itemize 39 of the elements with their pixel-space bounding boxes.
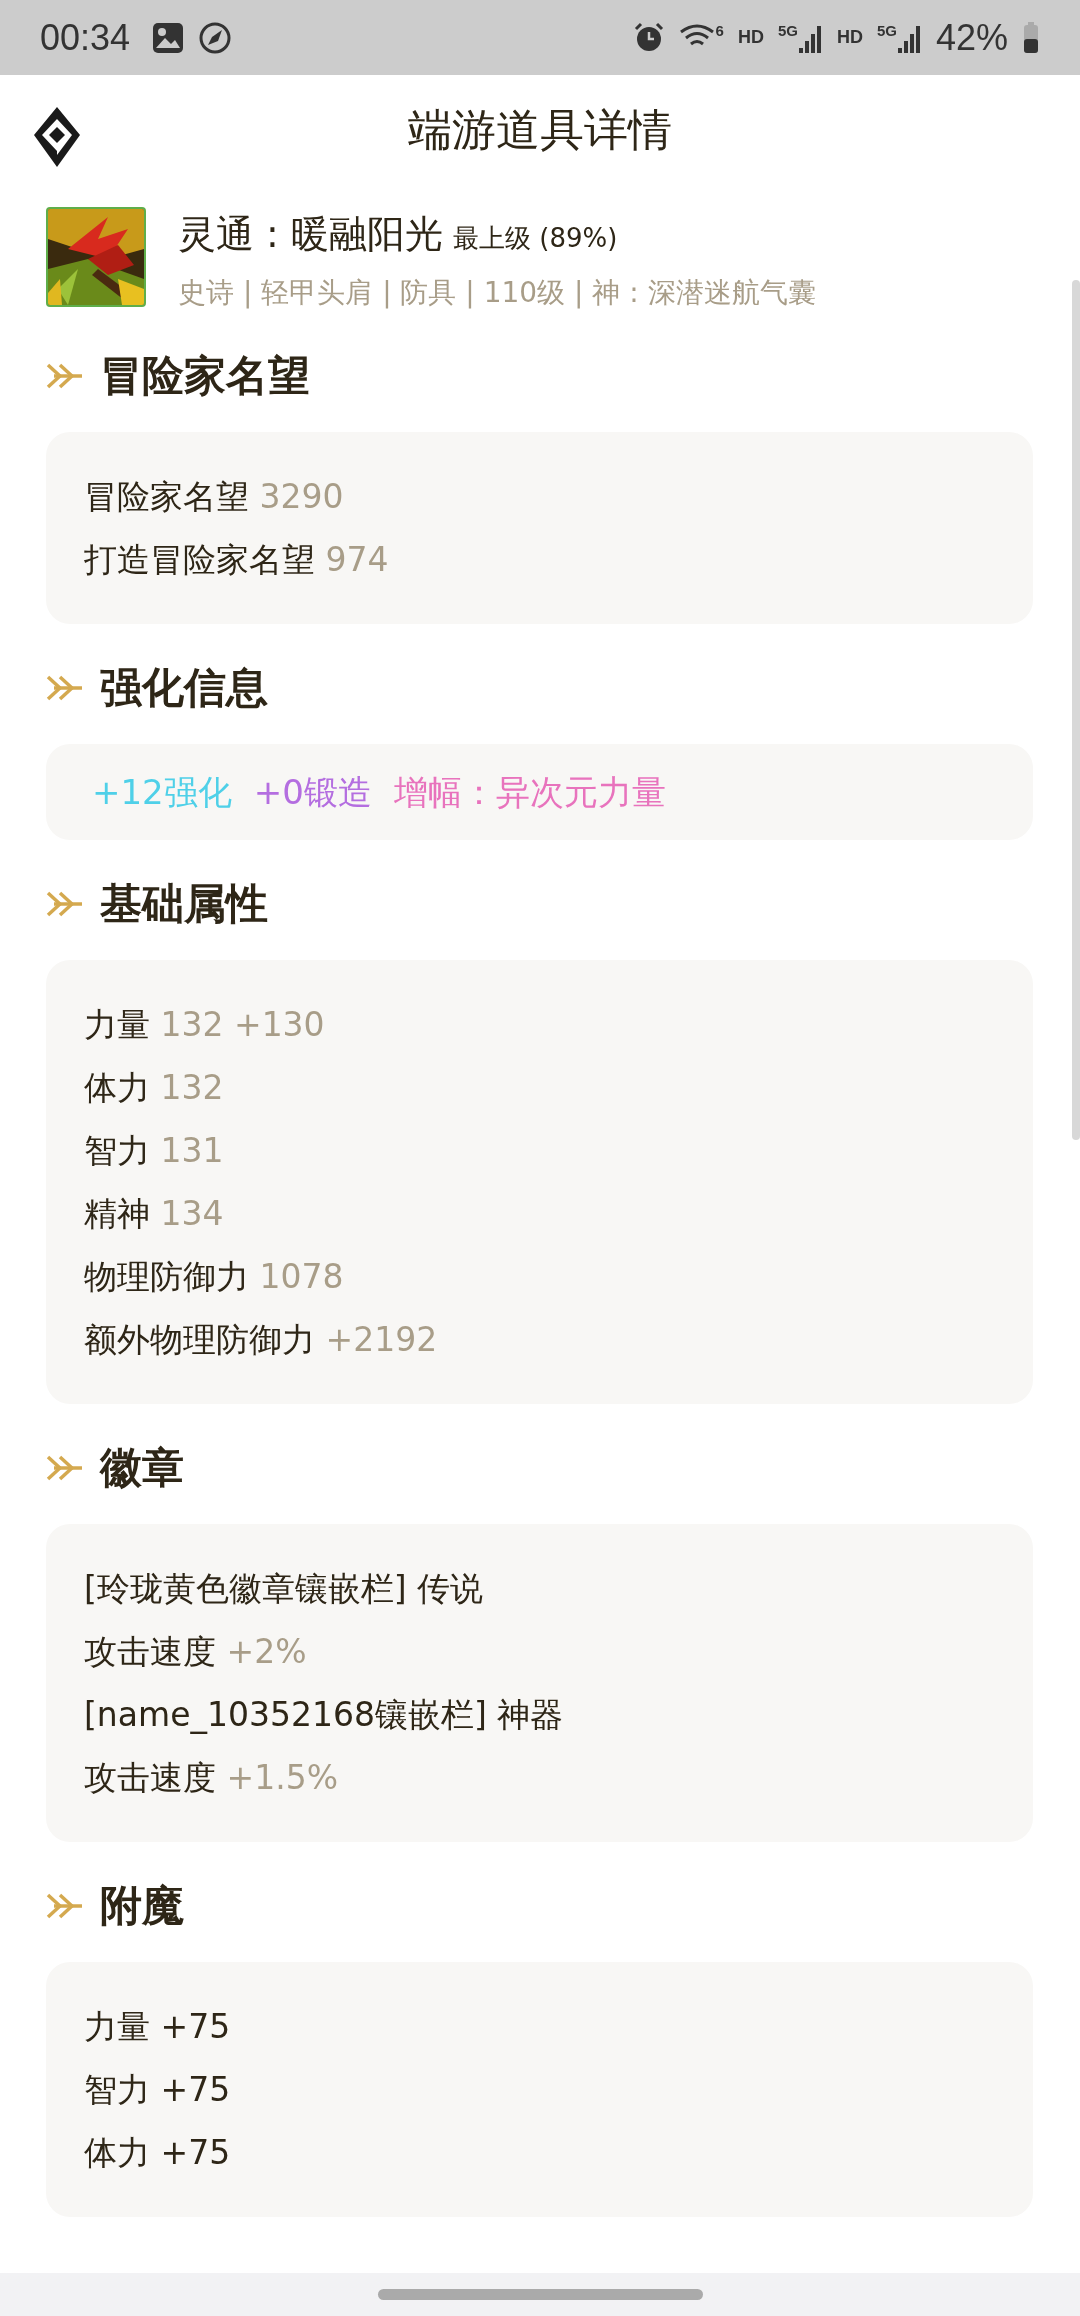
section-title: 徽章: [100, 1442, 184, 1494]
alarm-icon: [632, 21, 665, 54]
page-title: 端游道具详情: [408, 102, 672, 157]
enhancement-label: +12强化: [92, 771, 232, 814]
item-grade: 最上级 (89%): [452, 222, 618, 255]
network-label: 5G: [876, 21, 897, 39]
network-label: 5G: [777, 21, 798, 39]
info-line: 体力 132: [84, 1067, 225, 1109]
section-title: 冒险家名望: [100, 350, 310, 402]
info-line: 攻击速度 +1.5%: [84, 1757, 339, 1799]
info-line: [玲珑黄色徽章镶嵌栏] 传说: [84, 1568, 485, 1610]
info-line: 智力 131: [84, 1130, 225, 1172]
section-title: 基础属性: [100, 878, 268, 930]
battery-percent: 42%: [935, 16, 1008, 59]
enhancement-label: 增幅：异次元力量: [393, 771, 666, 814]
item-meta: 史诗 | 轻甲头肩 | 防具 | 110级 | 神 : 深潜迷航气囊: [178, 275, 816, 311]
info-line: 冒险家名望 3290: [84, 476, 345, 518]
enhancement-label: +0锻造: [253, 771, 372, 814]
hd-label: HD: [737, 27, 764, 48]
image-icon: [152, 21, 185, 54]
info-line: 智力 +75: [84, 2069, 232, 2111]
section-title: 强化信息: [100, 662, 268, 714]
battery-icon: [1022, 21, 1040, 54]
clock-time: 00:34: [40, 16, 131, 59]
info-line: [name_10352168镶嵌栏] 神器: [84, 1694, 565, 1736]
info-line: 体力 +75: [84, 2132, 232, 2174]
info-line: 攻击速度 +2%: [84, 1631, 308, 1673]
info-line: 额外物理防御力 +2192: [84, 1319, 439, 1361]
info-line: 力量 132 +130: [84, 1004, 326, 1046]
diamond-icon[interactable]: [32, 105, 82, 169]
info-line: 打造冒险家名望 974: [84, 539, 390, 581]
home-handle[interactable]: [377, 2289, 703, 2300]
info-line: 力量 +75: [84, 2006, 232, 2048]
hd-label: HD: [836, 27, 863, 48]
section-title: 附魔: [100, 1880, 184, 1932]
info-line: 物理防御力 1078: [84, 1256, 345, 1298]
info-line: 精神 134: [84, 1193, 225, 1235]
item-name: 灵通 : 暖融阳光: [178, 211, 443, 258]
wifi-label: 6: [715, 21, 724, 39]
